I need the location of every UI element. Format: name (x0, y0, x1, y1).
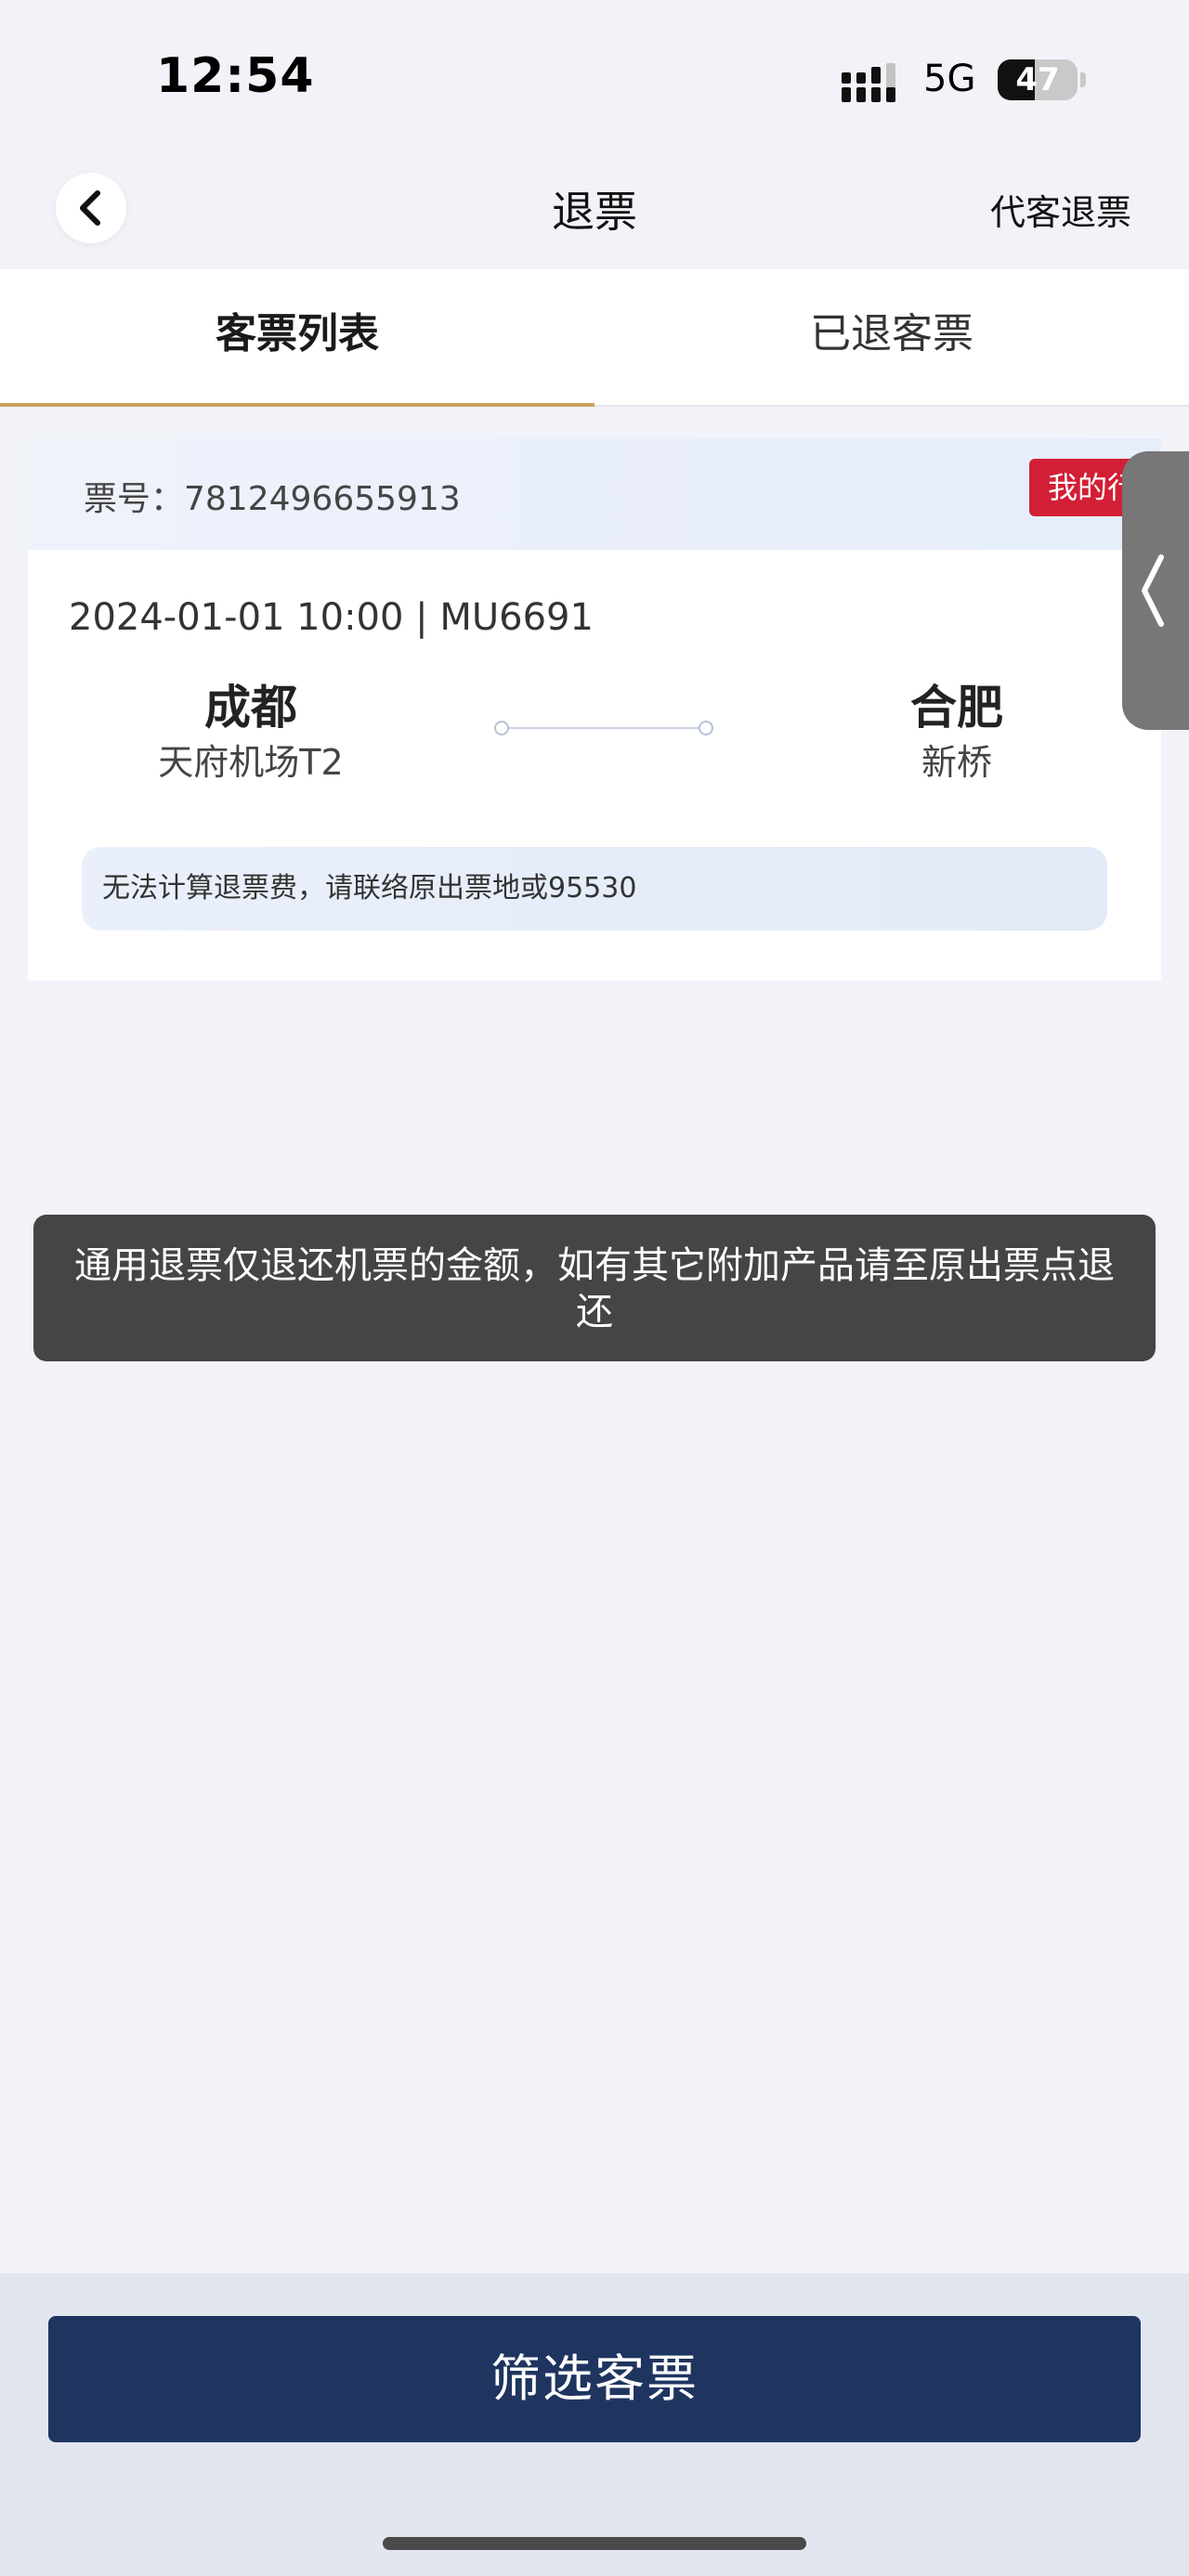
departure-city: 成都 (204, 681, 297, 735)
back-button[interactable] (56, 173, 126, 243)
battery-cap (1080, 72, 1086, 87)
tab-refunded-tickets-label: 已退客票 (810, 310, 973, 358)
tab-active-indicator (0, 403, 594, 407)
ticket-card[interactable]: 票号：7812496655913 我的行 2024-01-01 10:00 | … (28, 438, 1161, 981)
home-indicator (383, 2537, 806, 2550)
toast-message: 通用退票仅退还机票的金额，如有其它附加产品请至原出票点退还 (33, 1215, 1156, 1361)
page-title: 退票 (552, 187, 637, 237)
battery-level: 47 (1015, 61, 1060, 98)
chevron-left-icon (80, 190, 100, 226)
side-drawer-handle[interactable] (1122, 451, 1189, 730)
route-dot-start (494, 721, 509, 735)
arrival-airport: 新桥 (921, 742, 992, 783)
flight-info: 2024-01-01 10:00 | MU6691 (69, 596, 594, 639)
filter-tickets-button[interactable]: 筛选客票 (48, 2316, 1141, 2442)
arrival-city: 合肥 (910, 681, 1003, 735)
route-dot-end (699, 721, 713, 735)
departure-airport: 天府机场T2 (158, 742, 344, 783)
tab-ticket-list-label: 客票列表 (216, 310, 379, 358)
signal-bars-icon (842, 63, 895, 102)
proxy-refund-button[interactable]: 代客退票 (929, 184, 1170, 235)
battery-icon: 47 (998, 59, 1078, 100)
route-line (492, 717, 715, 739)
refund-fee-notice: 无法计算退票费，请联络原出票地或95530 (82, 847, 1107, 930)
status-bar: 12:54 5G 47 (0, 0, 1189, 158)
tab-ticket-list[interactable]: 客票列表 (0, 269, 594, 407)
network-type: 5G (923, 58, 976, 100)
route-connector (503, 727, 704, 729)
ticket-number: 票号：7812496655913 (84, 480, 461, 518)
chevron-left-icon (1142, 554, 1164, 627)
tab-bar: 客票列表 已退客票 (0, 269, 1189, 407)
screen: 12:54 5G 47 退票 代客退票 客票列表 已退客票 票号：7812496… (0, 0, 1189, 2576)
tab-refunded-tickets[interactable]: 已退客票 (594, 269, 1189, 405)
status-time: 12:54 (156, 48, 315, 104)
ticket-header: 票号：7812496655913 我的行 (28, 438, 1161, 550)
